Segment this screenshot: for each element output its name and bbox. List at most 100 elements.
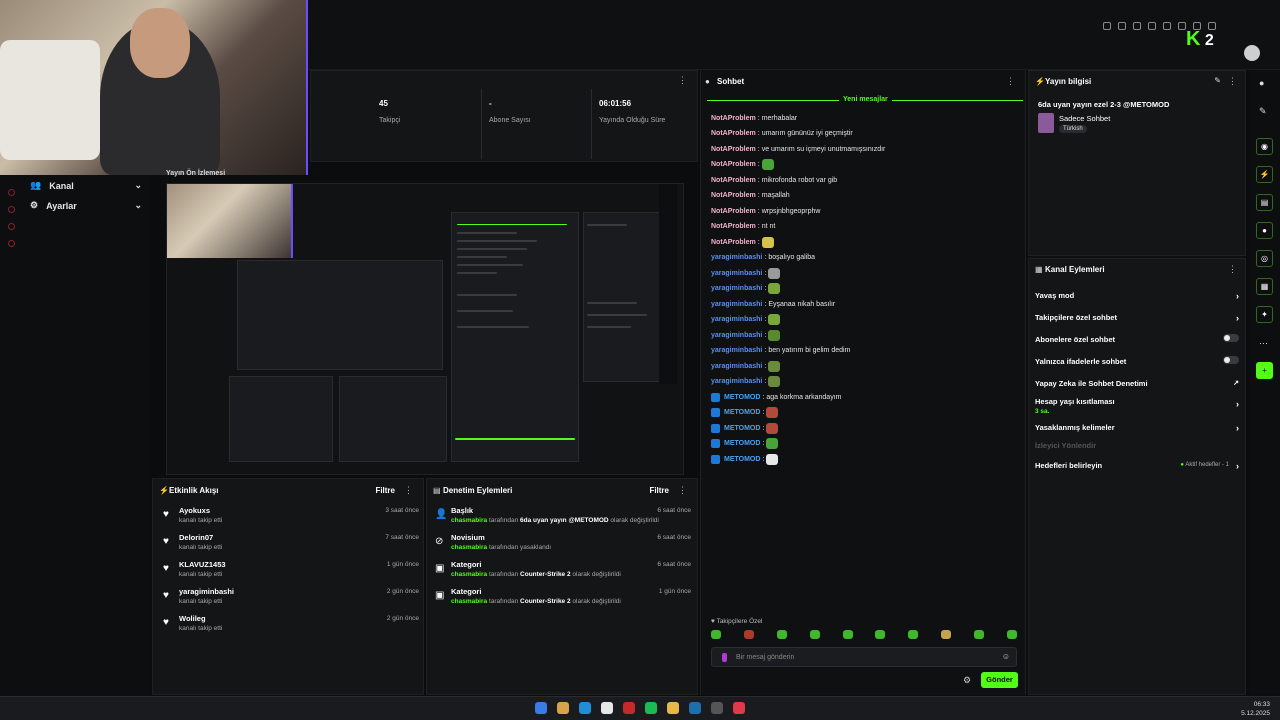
chevron-right-icon: › [1236, 291, 1239, 301]
language-badge: Türkish [1059, 125, 1087, 133]
emote-icon [768, 360, 781, 372]
emotes-chat-toggle[interactable] [1223, 356, 1239, 364]
right-panel: ⚡ Yayın bilgisi ✎ ⋮ 6da uyan yayın ezel … [1028, 70, 1246, 695]
info-icon: ⚡ [1035, 77, 1045, 86]
chevron-down-icon: ⌄ [134, 180, 142, 190]
rail-button-clipboard[interactable]: ▤ [1256, 194, 1273, 211]
emote-icon [768, 267, 781, 279]
chat-input[interactable]: Bir mesaj gönderin ☺ [711, 647, 1017, 667]
rail-button-add[interactable]: + [1256, 362, 1273, 379]
edit-pencil-icon[interactable]: ✎ [1214, 76, 1221, 85]
chat-message: NotAProblem: [711, 236, 774, 248]
preview-title: Yayın Ön İzlemesi [166, 170, 226, 177]
emotes-chat-row[interactable]: Yalnızca ifadelerle sohbet [1035, 356, 1239, 366]
share-icon[interactable]: ⋯ [1259, 338, 1268, 349]
chat-message: NotAProblem: ve umarım su içmeyi unutmamı… [711, 145, 886, 153]
more-menu-icon[interactable]: ⋮ [1006, 76, 1015, 87]
chat-message: METOMOD: [711, 422, 779, 434]
banned-words-row[interactable]: Yasaklanmış kelimeler › [1035, 423, 1239, 433]
os-taskbar: 06:33 5.12.2025 [0, 696, 1280, 720]
list-item: ♥ KLAVUZ1453 kanalı takip etti 1 gün önc… [163, 560, 419, 578]
filter-button[interactable]: Filtre [375, 486, 395, 495]
stat-subscribers: - Abone Sayısı [489, 99, 531, 124]
stream-preview[interactable] [166, 183, 684, 475]
chat-message: yaragiminbashi: [711, 360, 781, 372]
chat-message: NotAProblem: merhabalar [711, 114, 798, 122]
moderator-badge-icon [711, 454, 720, 464]
ai-mod-row[interactable]: Yapay Zeka ile Sohbet Denetimi ↗ [1035, 379, 1239, 388]
heart-icon: ♥ [163, 590, 169, 601]
send-button[interactable]: Gönder [981, 672, 1018, 688]
emote-icon [768, 376, 781, 387]
heart-icon: ♥ [163, 563, 169, 574]
chat-message: yaragiminbashi: [711, 283, 781, 295]
rail-button-broadcast[interactable]: ◎ [1256, 250, 1273, 267]
chat-message: NotAProblem: [711, 159, 774, 171]
kick-logo-icon: K 2 [1186, 28, 1214, 50]
heart-icon: ♥ [163, 509, 169, 520]
moderator-badge-icon [711, 408, 720, 417]
sidebar-dots [8, 189, 15, 247]
emote-icon [761, 236, 774, 248]
new-messages-divider: Yeni mesajlar [707, 96, 1023, 106]
lightning-icon: ⚡ [159, 486, 169, 495]
chat-message: METOMOD: [711, 407, 779, 419]
emote-icon [766, 438, 779, 449]
pencil-icon[interactable]: ✎ [1259, 106, 1267, 117]
sidebar-item-ayarlar[interactable]: ⚙ Ayarlar ⌄ [30, 200, 142, 211]
rail-button-actions[interactable]: ▦ [1256, 278, 1273, 295]
emote-bar[interactable] [711, 630, 1017, 639]
more-menu-icon[interactable]: ⋮ [678, 75, 687, 86]
chat-bubble-icon: ● [705, 77, 710, 86]
chat-message: yaragiminbashi: [711, 314, 781, 326]
rail-button-camera[interactable]: ◉ [1256, 138, 1273, 155]
chevron-right-icon: › [1236, 313, 1239, 323]
rail-button-chat[interactable]: ● [1256, 222, 1273, 239]
category-icon: ▣ [435, 563, 445, 574]
chat-message: NotAProblem: maşallah [711, 192, 790, 199]
user-avatar[interactable] [1244, 45, 1260, 61]
panel-title: Sohbet [717, 77, 745, 86]
stream-title: 6da uyan yayın ezel 2-3 @METOMOD [1038, 100, 1170, 109]
chat-message: yaragiminbashi: [711, 376, 781, 388]
followers-chat-row[interactable]: Takipçilere özel sohbet › [1035, 313, 1239, 323]
category-name: Sadece Sohbet [1059, 114, 1111, 123]
chat-message: NotAProblem: wrpsjnbhgeoprphw [711, 207, 821, 215]
moderation-panel: ▤ Denetim Eylemleri Filtre ⋮ 👤 Başlık ch… [426, 478, 698, 695]
webcam-overlay [0, 0, 308, 175]
subs-chat-toggle[interactable] [1223, 334, 1239, 342]
emoji-icon[interactable]: ☺ [1002, 652, 1010, 661]
info-circle-icon[interactable]: ● [1259, 78, 1264, 88]
sidebar-item-kanal[interactable]: 👥 Kanal ⌄ [30, 180, 142, 191]
emote-icon [766, 453, 779, 465]
moderator-badge-icon [711, 392, 720, 402]
followers-only-label: ♥ Takipçilere Özel [711, 618, 763, 625]
heart-icon: ♥ [163, 536, 169, 547]
settings-gear-icon[interactable]: ⚙ [963, 675, 971, 686]
more-menu-icon[interactable]: ⋮ [1228, 76, 1237, 87]
actions-icon: ▦ [1035, 265, 1043, 274]
stat-uptime: 06:01:56 Yayında Olduğu Süre [599, 99, 666, 124]
chevron-right-icon: › [1236, 461, 1239, 471]
rail-button-tools[interactable]: ✦ [1256, 306, 1273, 323]
list-item: ▣ Kategori chasmabira tarafından Counter… [435, 560, 691, 578]
slow-mode-row[interactable]: Yavaş mod › [1035, 291, 1239, 301]
chevron-right-icon: › [1236, 423, 1239, 433]
chat-message: yaragiminbashi: boşalıyo galiba [711, 254, 816, 261]
gear-icon: ⚙ [30, 200, 39, 210]
system-clock[interactable]: 06:33 5.12.2025 [1241, 700, 1270, 718]
panel-title: Denetim Eylemleri [443, 486, 513, 495]
more-menu-icon[interactable]: ⋮ [404, 485, 413, 496]
filter-button[interactable]: Filtre [649, 486, 669, 495]
rail-button-lightning[interactable]: ⚡ [1256, 166, 1273, 183]
heart-icon: ♥ [163, 617, 169, 628]
mic-icon [722, 653, 727, 662]
more-menu-icon[interactable]: ⋮ [678, 485, 687, 496]
taskbar-icons[interactable] [535, 702, 745, 714]
age-limit-row[interactable]: Hesap yaşı kısıtlaması › 3 sa. [1035, 397, 1239, 415]
emote-icon [768, 329, 781, 341]
more-menu-icon[interactable]: ⋮ [1228, 264, 1237, 275]
subs-chat-row[interactable]: Abonelere özel sohbet [1035, 334, 1239, 344]
chat-message: NotAProblem: nt nt [711, 223, 776, 230]
goals-row[interactable]: Hedefleri belirleyin ● Aktif hedefler - … [1035, 461, 1239, 471]
